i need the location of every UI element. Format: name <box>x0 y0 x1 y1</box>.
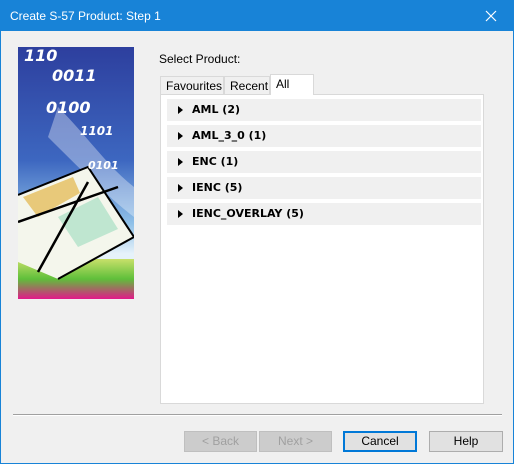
back-button[interactable]: < Back <box>184 431 257 452</box>
expand-arrow-icon[interactable] <box>178 184 183 192</box>
expand-arrow-icon[interactable] <box>178 106 183 114</box>
product-group-label: IENC (5) <box>192 181 243 194</box>
product-group-label: ENC (1) <box>192 155 239 168</box>
tab-recent[interactable]: Recent <box>224 76 270 95</box>
product-group-ienc-overlay[interactable]: IENC_OVERLAY (5) <box>167 203 481 225</box>
tab-favourites[interactable]: Favourites <box>160 76 224 95</box>
banner-digits-5: 0101 <box>88 159 119 172</box>
expand-arrow-icon[interactable] <box>178 158 183 166</box>
banner-digits-3: 0100 <box>46 98 91 117</box>
dialog-window: Create S-57 Product: Step 1 110 0011 010… <box>0 0 514 464</box>
product-list-panel: AML (2) AML_3_0 (1) ENC (1) IENC (5) IEN… <box>160 94 484 404</box>
wizard-banner-image: 110 0011 0100 1101 0101 <box>18 47 134 299</box>
product-group-enc[interactable]: ENC (1) <box>167 151 481 173</box>
expand-arrow-icon[interactable] <box>178 132 183 140</box>
banner-digits-4: 1101 <box>80 124 113 138</box>
cancel-button[interactable]: Cancel <box>343 431 417 452</box>
product-group-ienc[interactable]: IENC (5) <box>167 177 481 199</box>
title-bar[interactable]: Create S-57 Product: Step 1 <box>1 1 513 31</box>
product-group-label: AML_3_0 (1) <box>192 129 267 142</box>
product-group-label: AML (2) <box>192 103 241 116</box>
select-product-label: Select Product: <box>159 52 241 66</box>
banner-digits-1: 110 <box>24 47 57 65</box>
banner-digits-2: 0011 <box>52 66 97 85</box>
close-icon <box>485 10 496 22</box>
product-group-aml[interactable]: AML (2) <box>167 99 481 121</box>
window-title: Create S-57 Product: Step 1 <box>10 9 161 23</box>
next-button[interactable]: Next > <box>259 431 332 452</box>
tab-all[interactable]: All <box>270 74 314 95</box>
product-group-label: IENC_OVERLAY (5) <box>192 207 304 220</box>
expand-arrow-icon[interactable] <box>178 210 183 218</box>
help-button[interactable]: Help <box>429 431 503 452</box>
product-group-aml-3-0[interactable]: AML_3_0 (1) <box>167 125 481 147</box>
footer-separator <box>13 414 502 416</box>
close-button[interactable] <box>468 1 513 31</box>
